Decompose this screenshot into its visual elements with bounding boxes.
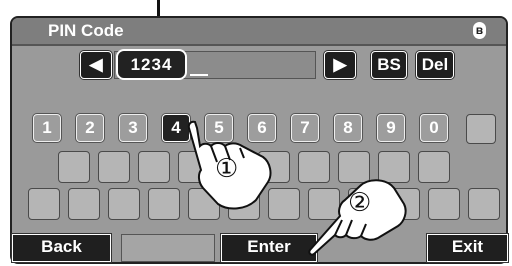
exit-button[interactable]: Exit bbox=[427, 234, 508, 262]
blank-key[interactable] bbox=[58, 151, 90, 183]
step-2-label: ② bbox=[348, 188, 372, 218]
arrow-right-icon: ▶ bbox=[333, 55, 347, 74]
key-8[interactable]: 8 bbox=[334, 114, 362, 142]
blank-key[interactable] bbox=[468, 188, 500, 220]
blank-key[interactable] bbox=[68, 188, 100, 220]
blank-key[interactable] bbox=[28, 188, 60, 220]
step-1-label: ① bbox=[215, 154, 239, 184]
del-button[interactable]: Del bbox=[416, 51, 454, 79]
right-arrow-button[interactable]: ▶ bbox=[324, 51, 356, 79]
blank-key[interactable] bbox=[428, 188, 460, 220]
blank-key[interactable] bbox=[98, 151, 130, 183]
bs-button[interactable]: BS bbox=[371, 51, 407, 79]
key-0[interactable]: 0 bbox=[420, 114, 448, 142]
pin-value: 1234 bbox=[116, 49, 187, 80]
blank-key[interactable] bbox=[466, 114, 496, 144]
key-7[interactable]: 7 bbox=[291, 114, 319, 142]
key-3[interactable]: 3 bbox=[119, 114, 147, 142]
key-1[interactable]: 1 bbox=[33, 114, 61, 142]
left-arrow-button[interactable]: ◀ bbox=[80, 51, 112, 79]
blank-key[interactable] bbox=[418, 151, 450, 183]
blank-key[interactable] bbox=[108, 188, 140, 220]
title-bar: PIN Code ʙ bbox=[12, 18, 506, 46]
blank-key[interactable] bbox=[138, 151, 170, 183]
bluetooth-icon: ʙ bbox=[473, 22, 486, 39]
arrow-left-icon: ◀ bbox=[89, 55, 103, 74]
blank-bottom-button[interactable] bbox=[121, 234, 215, 262]
key-9[interactable]: 9 bbox=[377, 114, 405, 142]
page-title: PIN Code bbox=[48, 21, 124, 40]
text-cursor bbox=[190, 74, 208, 76]
key-2[interactable]: 2 bbox=[76, 114, 104, 142]
back-button[interactable]: Back bbox=[12, 234, 111, 262]
